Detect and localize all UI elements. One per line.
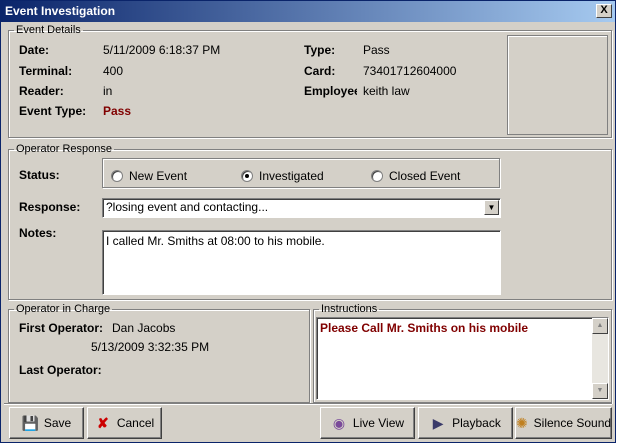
cancel-button[interactable]: ✘ Cancel <box>87 407 162 439</box>
cancel-button-label: Cancel <box>116 416 155 430</box>
playback-button-label: Playback <box>452 416 501 430</box>
divider <box>4 403 612 405</box>
radio-closed-event-label: Closed Event <box>389 169 461 183</box>
terminal-label: Terminal: <box>19 64 73 78</box>
playback-button[interactable]: ▶ Playback <box>418 407 513 439</box>
reader-label: Reader: <box>19 84 64 98</box>
card-value: 73401712604000 <box>363 64 457 78</box>
save-button-label: Save <box>43 416 72 430</box>
employee-value: keith law <box>363 84 410 98</box>
event-type-value: Pass <box>103 104 132 118</box>
date-label: Date: <box>19 43 50 57</box>
title-bar: Event Investigation X <box>1 1 615 22</box>
response-dropdown[interactable]: ?losing event and contacting... ▼ <box>102 198 501 218</box>
reader-value: in <box>103 84 113 98</box>
operator-response-legend: Operator Response <box>16 143 112 155</box>
type-label: Type: <box>304 43 336 57</box>
response-label: Response: <box>19 200 81 214</box>
type-value: Pass <box>363 43 390 57</box>
last-operator-label: Last Operator: <box>19 363 102 377</box>
instructions-legend: Instructions <box>321 303 378 315</box>
status-label: Status: <box>19 168 60 182</box>
playback-icon: ▶ <box>432 415 444 431</box>
save-icon: 💾 <box>21 415 40 431</box>
response-value: ?losing event and contacting... <box>106 200 269 214</box>
instructions-scrollbar[interactable]: ▲ ▼ <box>592 318 608 399</box>
first-operator-time: 5/13/2009 3:32:35 PM <box>91 340 210 354</box>
event-details-legend: Event Details <box>16 24 81 36</box>
live-view-icon: ◉ <box>332 415 346 431</box>
live-view-button[interactable]: ◉ Live View <box>320 407 415 439</box>
scroll-up-icon[interactable]: ▲ <box>592 318 608 334</box>
instructions-text-box[interactable]: Please Call Mr. Smiths on his mobile ▲ ▼ <box>316 317 609 400</box>
live-view-button-label: Live View <box>352 416 405 430</box>
save-button[interactable]: 💾 Save <box>9 407 84 439</box>
event-investigation-window: Event Investigation X Event Details Date… <box>0 0 616 443</box>
notes-input[interactable]: I called Mr. Smiths at 08:00 to his mobi… <box>102 230 501 295</box>
radio-icon <box>111 170 123 182</box>
employee-photo <box>507 35 608 135</box>
window-title: Event Investigation <box>5 4 116 18</box>
instructions-text: Please Call Mr. Smiths on his mobile <box>320 321 529 335</box>
notes-label: Notes: <box>19 226 57 240</box>
radio-icon <box>371 170 383 182</box>
radio-investigated-label: Investigated <box>259 169 324 183</box>
radio-closed-event[interactable]: Closed Event <box>371 169 460 183</box>
employee-label: Employee <box>304 84 357 98</box>
dropdown-arrow-icon[interactable]: ▼ <box>484 200 499 215</box>
notes-value: I called Mr. Smiths at 08:00 to his mobi… <box>106 234 325 248</box>
silence-sound-button-label: Silence Sound <box>533 416 612 430</box>
terminal-value: 400 <box>103 64 124 78</box>
scroll-down-icon[interactable]: ▼ <box>592 383 608 399</box>
silence-sound-button[interactable]: ✺ Silence Sound <box>515 407 612 439</box>
cancel-icon: ✘ <box>96 415 109 431</box>
event-type-label: Event Type: <box>19 104 87 118</box>
radio-new-event[interactable]: New Event <box>111 169 187 183</box>
radio-new-event-label: New Event <box>129 169 188 183</box>
card-label: Card: <box>304 64 336 78</box>
first-operator-value: Dan Jacobs <box>112 321 176 335</box>
radio-investigated[interactable]: Investigated <box>241 169 324 183</box>
date-value: 5/11/2009 6:18:37 PM <box>103 43 221 57</box>
operator-in-charge-legend: Operator in Charge <box>16 303 111 315</box>
first-operator-label: First Operator: <box>19 321 104 335</box>
radio-icon <box>241 170 253 182</box>
silence-sound-icon: ✺ <box>515 415 528 431</box>
close-icon[interactable]: X <box>596 4 612 18</box>
